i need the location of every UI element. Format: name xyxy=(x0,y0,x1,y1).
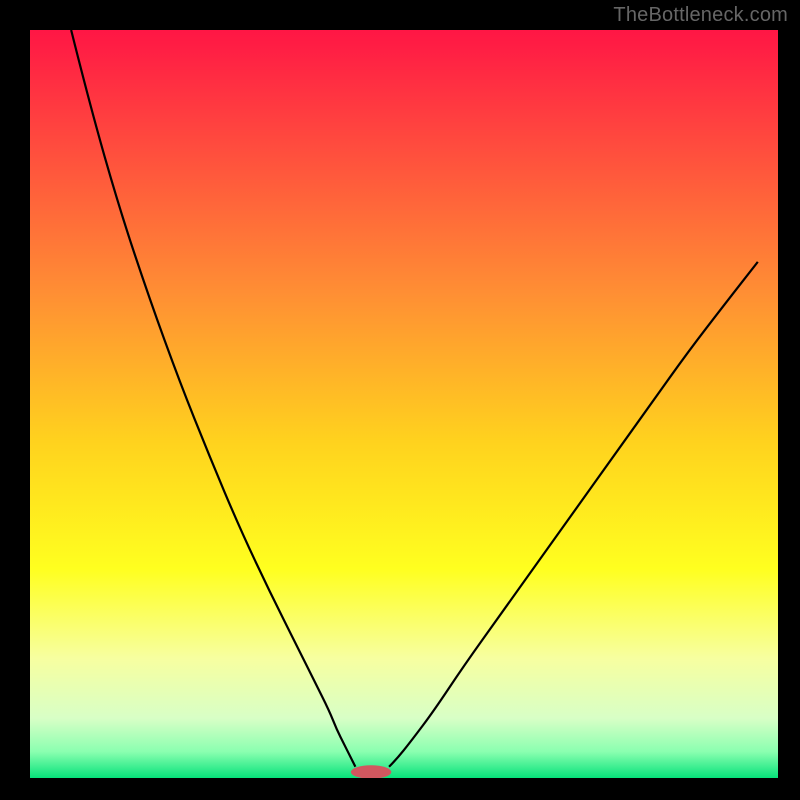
plot-background-gradient xyxy=(30,30,778,778)
bottleneck-chart xyxy=(0,0,800,800)
watermark-text: TheBottleneck.com xyxy=(613,4,788,27)
chart-frame: TheBottleneck.com xyxy=(0,0,800,800)
optimal-region-marker xyxy=(351,765,391,778)
